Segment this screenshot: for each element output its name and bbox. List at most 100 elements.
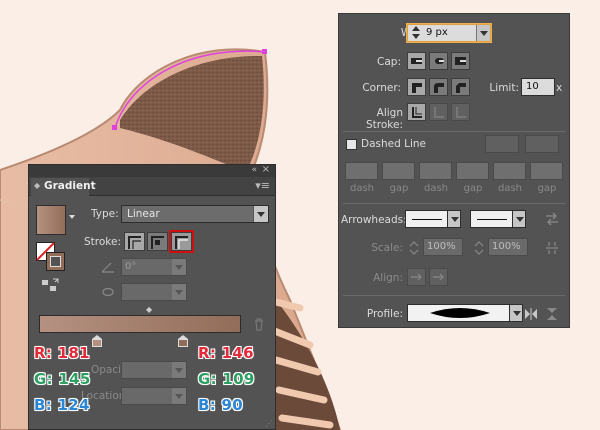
- link-scale-icon[interactable]: [545, 240, 559, 256]
- type-value: Linear: [127, 208, 160, 220]
- resize-grip-icon[interactable]: ⋰: [265, 419, 273, 428]
- gap-input-3[interactable]: [530, 162, 563, 180]
- location-input[interactable]: [121, 387, 187, 405]
- arrow-tip-extend-button[interactable]: [407, 268, 426, 286]
- chevron-down-icon[interactable]: [172, 284, 186, 300]
- left-stop-green-value: G: 145: [34, 370, 91, 388]
- projecting-cap-button[interactable]: [451, 52, 470, 70]
- separator: [343, 131, 565, 132]
- limit-input[interactable]: 10: [521, 78, 555, 96]
- start-arrowhead-select[interactable]: [405, 210, 449, 228]
- round-join-button[interactable]: [429, 78, 448, 96]
- midpoint-diamond-icon[interactable]: ◆: [146, 305, 152, 314]
- chevron-down-icon[interactable]: [447, 210, 461, 228]
- align-outside-icon: [456, 107, 466, 118]
- dashed-line-label: Dashed Line: [361, 138, 426, 150]
- aspect-ratio-input[interactable]: [121, 283, 187, 301]
- chevron-down-icon[interactable]: [512, 210, 526, 228]
- gradient-stop-left[interactable]: [92, 335, 102, 347]
- chevron-down-icon[interactable]: [509, 304, 523, 322]
- gradient-stop-right[interactable]: [178, 335, 188, 347]
- round-cap-icon: [435, 58, 444, 64]
- gap-input-1[interactable]: [382, 162, 415, 180]
- separator: [343, 295, 565, 296]
- tab-gradient[interactable]: ◆ Gradient: [31, 178, 96, 196]
- right-stop-red-value: R: 146: [198, 344, 254, 362]
- limit-label: Limit:: [489, 82, 519, 94]
- dashed-line-checkbox[interactable]: [346, 139, 357, 150]
- dash-label: dash: [423, 183, 449, 194]
- dash-input-1[interactable]: [345, 162, 378, 180]
- round-join-icon: [434, 83, 444, 93]
- corner-label: Corner:: [362, 82, 401, 94]
- trash-icon[interactable]: [253, 318, 265, 331]
- dash-input-2[interactable]: [419, 162, 452, 180]
- stop-body: [178, 339, 188, 347]
- stroke-label: Stroke:: [84, 236, 121, 248]
- fill-stroke-icon[interactable]: [36, 242, 68, 272]
- weight-value: 9 px: [426, 27, 448, 38]
- collapse-icon[interactable]: «: [251, 165, 257, 175]
- profile-select[interactable]: [407, 304, 511, 322]
- dash-align-button[interactable]: [525, 135, 559, 153]
- chevron-down-icon[interactable]: [172, 388, 186, 404]
- angle-input[interactable]: 0°: [121, 258, 187, 276]
- flip-vertical-icon[interactable]: [545, 307, 559, 321]
- dash-input-3[interactable]: [493, 162, 526, 180]
- stroke-within-icon: [128, 236, 141, 249]
- panel-menu-icon[interactable]: ▾≡: [255, 179, 270, 192]
- gradient-slider[interactable]: [39, 315, 241, 333]
- angle-icon: [101, 262, 114, 273]
- panel-titlebar[interactable]: « ×: [29, 164, 275, 177]
- gap-input-2[interactable]: [456, 162, 489, 180]
- stop-body: [92, 339, 102, 347]
- gradient-swatch[interactable]: [36, 205, 66, 235]
- butt-cap-icon: [411, 58, 422, 64]
- weight-combo[interactable]: 9 px: [407, 24, 491, 42]
- chevron-down-icon[interactable]: [476, 25, 490, 41]
- swatch-dropdown-icon[interactable]: [69, 215, 75, 219]
- stroke-gradient-within-button[interactable]: [124, 232, 145, 251]
- butt-cap-button[interactable]: [407, 52, 426, 70]
- gap-label: gap: [389, 183, 409, 194]
- end-scale-input[interactable]: 100%: [488, 238, 528, 256]
- align-center-icon: [412, 107, 422, 118]
- miter-join-button[interactable]: [407, 78, 426, 96]
- arrow-tip-place-button[interactable]: [429, 268, 448, 286]
- separator: [343, 203, 565, 204]
- opacity-input[interactable]: [121, 361, 187, 379]
- gradient-panel: « × ◆ Gradient ▾≡ Type: Linear Stroke: 0: [28, 164, 276, 430]
- weight-stepper[interactable]: [410, 26, 422, 40]
- start-scale-input[interactable]: 100%: [423, 238, 463, 256]
- aspect-ratio-icon: [102, 287, 114, 297]
- scale-stepper-icon[interactable]: [407, 239, 421, 257]
- bevel-join-icon: [456, 83, 466, 93]
- type-label: Type:: [91, 208, 119, 220]
- tab-gradient-label: Gradient: [44, 180, 96, 192]
- chevron-down-icon[interactable]: [253, 206, 268, 222]
- end-arrowhead-select[interactable]: [470, 210, 514, 228]
- bevel-join-button[interactable]: [451, 78, 470, 96]
- flip-horizontal-icon[interactable]: [524, 307, 538, 321]
- chevron-down-icon[interactable]: [172, 259, 186, 275]
- arrow-tip-icon: [411, 273, 422, 281]
- arrow-place-icon: [433, 273, 444, 281]
- round-cap-button[interactable]: [429, 52, 448, 70]
- left-stop-blue-value: B: 124: [34, 396, 90, 414]
- highlight-box: [169, 230, 194, 253]
- projecting-cap-icon: [455, 57, 466, 65]
- reverse-gradient-icon[interactable]: [41, 278, 61, 294]
- align-outside-button[interactable]: [451, 103, 470, 121]
- expand-toggle-icon[interactable]: ◆: [34, 181, 40, 190]
- chevron-down-icon[interactable]: [172, 362, 186, 378]
- cap-label: Cap:: [377, 56, 401, 68]
- type-select[interactable]: Linear: [121, 205, 269, 223]
- close-icon[interactable]: ×: [262, 164, 270, 175]
- dash-preserve-button[interactable]: [485, 135, 519, 153]
- stroke-along-icon: [151, 236, 164, 249]
- align-inside-button[interactable]: [429, 103, 448, 121]
- stroke-gradient-along-button[interactable]: [147, 232, 168, 251]
- align-center-button[interactable]: [407, 103, 426, 121]
- swap-arrows-icon[interactable]: [545, 212, 559, 226]
- scale-stepper-icon[interactable]: [472, 239, 486, 257]
